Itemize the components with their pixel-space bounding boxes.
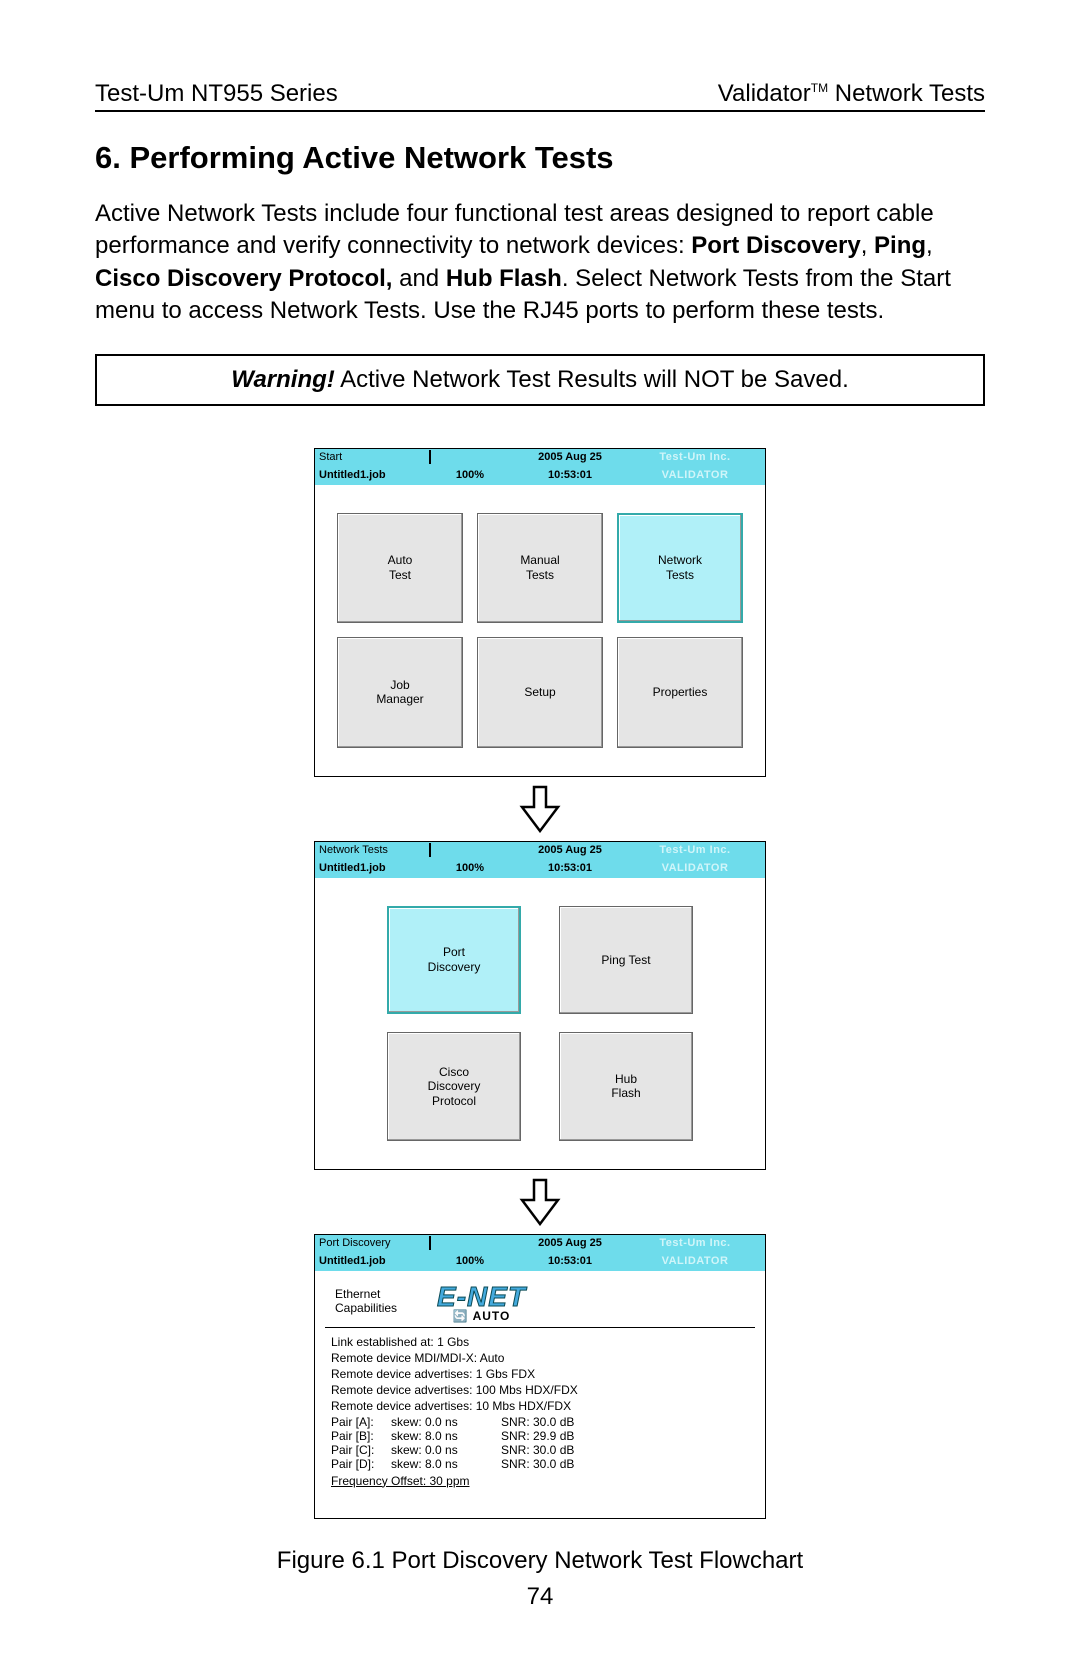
screen-body: AutoTest ManualTests NetworkTests JobMan… — [315, 485, 765, 776]
ping-test-button[interactable]: Ping Test — [559, 906, 693, 1015]
screen-title: Start — [315, 452, 425, 463]
brand2: VALIDATOR — [625, 470, 765, 481]
cisco-discovery-button[interactable]: CiscoDiscoveryProtocol — [387, 1032, 521, 1141]
hub-flash-button[interactable]: HubFlash — [559, 1032, 693, 1141]
screen-title: Port Discovery — [315, 1238, 425, 1249]
battery-pct: 100% — [425, 470, 515, 481]
freq-offset: Frequency Offset: 30 ppm — [325, 1473, 755, 1489]
page-header: Test-Um NT955 Series ValidatorTM Network… — [95, 80, 985, 112]
warning-text: Active Network Test Results will NOT be … — [335, 366, 849, 393]
time: 10:53:01 — [515, 470, 625, 481]
port-discovery-screen: Port Discovery 2005 Aug 25 Test-Um Inc. … — [314, 1234, 766, 1519]
battery-icon — [429, 450, 431, 464]
job-name: Untitled1.job — [315, 470, 425, 481]
pair-table: Pair [A]:skew: 0.0 nsSNR: 30.0 dB Pair [… — [325, 1415, 755, 1471]
screen-body: PortDiscovery Ping Test CiscoDiscoveryPr… — [315, 878, 765, 1169]
date: 2005 Aug 25 — [515, 845, 625, 856]
screen-header: Port Discovery 2005 Aug 25 Test-Um Inc. … — [315, 1235, 765, 1271]
flowchart: Start 2005 Aug 25 Test-Um Inc. Untitled1… — [95, 448, 985, 1519]
battery-pct: 100% — [425, 1256, 515, 1267]
brand: Test-Um Inc. — [625, 1238, 765, 1249]
brand2: VALIDATOR — [625, 863, 765, 874]
results-body: EthernetCapabilities E-NET 🔄 AUTO Link e… — [315, 1271, 765, 1518]
screen-header: Start 2005 Aug 25 Test-Um Inc. Untitled1… — [315, 449, 765, 485]
header-right: ValidatorTM Network Tests — [718, 80, 985, 108]
battery-icon — [429, 843, 431, 857]
network-tests-screen: Network Tests 2005 Aug 25 Test-Um Inc. U… — [314, 841, 766, 1170]
result-lines: Link established at: 1 Gbs Remote device… — [325, 1334, 755, 1415]
time: 10:53:01 — [515, 863, 625, 874]
down-arrow-icon — [518, 785, 562, 833]
brand2: VALIDATOR — [625, 1256, 765, 1267]
battery-icon — [429, 1236, 431, 1250]
job-manager-button[interactable]: JobManager — [337, 637, 463, 748]
job-name: Untitled1.job — [315, 1256, 425, 1267]
figure-caption: Figure 6.1 Port Discovery Network Test F… — [95, 1547, 985, 1575]
enet-logo: E-NET 🔄 AUTO — [437, 1281, 526, 1323]
battery-pct: 100% — [425, 863, 515, 874]
section-title: 6. Performing Active Network Tests — [95, 140, 985, 176]
auto-test-button[interactable]: AutoTest — [337, 513, 463, 624]
warning-label: Warning! — [231, 366, 335, 393]
ethernet-label: EthernetCapabilities — [335, 1288, 397, 1314]
date: 2005 Aug 25 — [515, 452, 625, 463]
network-tests-button[interactable]: NetworkTests — [617, 513, 743, 624]
date: 2005 Aug 25 — [515, 1238, 625, 1249]
screen-title: Network Tests — [315, 845, 425, 856]
header-left: Test-Um NT955 Series — [95, 80, 338, 108]
setup-button[interactable]: Setup — [477, 637, 603, 748]
brand: Test-Um Inc. — [625, 452, 765, 463]
divider — [325, 1327, 755, 1328]
time: 10:53:01 — [515, 1256, 625, 1267]
down-arrow-icon — [518, 1178, 562, 1226]
job-name: Untitled1.job — [315, 863, 425, 874]
start-screen: Start 2005 Aug 25 Test-Um Inc. Untitled1… — [314, 448, 766, 777]
brand: Test-Um Inc. — [625, 845, 765, 856]
screen-header: Network Tests 2005 Aug 25 Test-Um Inc. U… — [315, 842, 765, 878]
page-number: 74 — [95, 1583, 985, 1611]
properties-button[interactable]: Properties — [617, 637, 743, 748]
body-paragraph: Active Network Tests include four functi… — [95, 198, 985, 328]
manual-tests-button[interactable]: ManualTests — [477, 513, 603, 624]
port-discovery-button[interactable]: PortDiscovery — [387, 906, 521, 1015]
warning-box: Warning! Active Network Test Results wil… — [95, 354, 985, 406]
